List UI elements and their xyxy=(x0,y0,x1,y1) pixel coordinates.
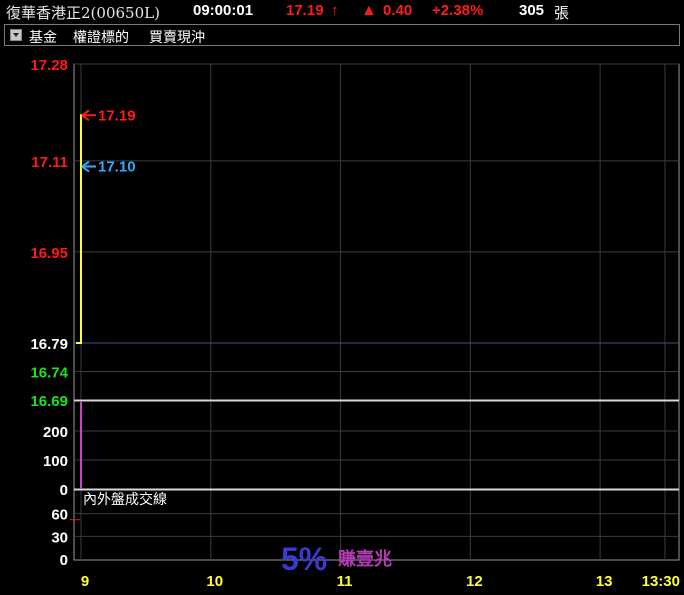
indicator-tick-label-1: 30 xyxy=(51,529,68,546)
last-price-marker-label: 17.19 xyxy=(98,107,136,124)
volume-unit: 張 xyxy=(554,5,570,22)
stock-name[interactable]: 復華香港正2(00650L) xyxy=(6,2,160,23)
indicator-title: 內外盤成交線 xyxy=(83,491,167,507)
price-tick-label-1: 17.11 xyxy=(31,154,68,171)
indicator-tick-label-0: 60 xyxy=(51,507,68,524)
toolbar-item-day-trade[interactable]: 買賣現沖 xyxy=(149,27,205,47)
watermark-big: 5% xyxy=(281,541,327,577)
info-toolbar: 基金 權證標的 買賣現沖 xyxy=(4,24,680,46)
time-tick-label-4: 13 xyxy=(596,573,613,590)
price-tick-label-2: 16.95 xyxy=(30,245,68,262)
total-volume: 305 xyxy=(519,2,545,19)
price-axis: 17.28 17.11 16.95 16.79 16.74 16.69 xyxy=(30,57,68,410)
volume-tick-label-0: 200 xyxy=(43,424,68,441)
time-tick-label-5: 13:30 xyxy=(642,573,680,590)
indicator-axis: 60 30 0 xyxy=(51,507,68,569)
price-change-percent: +2.38% xyxy=(432,2,484,19)
time-tick-label-0: 9 xyxy=(81,573,89,590)
price-tick-label-3: 16.79 xyxy=(30,336,68,353)
chevron-down-icon[interactable] xyxy=(10,29,22,41)
time-tick-label-1: 10 xyxy=(206,573,223,590)
volume-tick-label-2: 0 xyxy=(60,482,68,499)
volume-tick-label-1: 100 xyxy=(43,453,68,470)
price-tick-label-0: 17.28 xyxy=(30,57,68,74)
quote-header: 復華香港正2(00650L) 09:00:01 17.19 ↑ ▲ 0.40 +… xyxy=(0,0,684,22)
intraday-chart: 17.2817.1116.9516.7916.7416.69 2001000 6… xyxy=(30,57,680,590)
toolbar-item-fund[interactable]: 基金 xyxy=(29,27,57,47)
last-price: 17.19 xyxy=(286,2,324,19)
avg-price-marker-label: 17.10 xyxy=(98,159,136,176)
volume-axis: 200 100 0 xyxy=(43,424,68,499)
watermark-small: 賺壹兆 xyxy=(338,548,392,569)
plot-frame xyxy=(73,63,680,561)
time-tick-label-3: 12 xyxy=(466,573,483,590)
price-tick-label-4: 16.74 xyxy=(30,365,68,382)
toolbar-item-warrant-underlying[interactable]: 權證標的 xyxy=(73,27,129,47)
volume-bars xyxy=(80,402,82,489)
change-up-triangle-icon: ▲ xyxy=(361,2,377,19)
indicator-tick-label-2: 0 xyxy=(60,552,68,569)
volume-bar-0 xyxy=(80,402,82,489)
time-tick-label-2: 11 xyxy=(337,573,353,590)
price-change: 0.40 xyxy=(383,2,413,19)
price-tick-label-5: 16.69 xyxy=(30,393,68,410)
time-axis: 9 10 11 12 13 13:30 xyxy=(81,573,680,590)
quote-time: 09:00:01 xyxy=(193,2,254,19)
price-up-arrow-icon: ↑ xyxy=(331,2,339,19)
